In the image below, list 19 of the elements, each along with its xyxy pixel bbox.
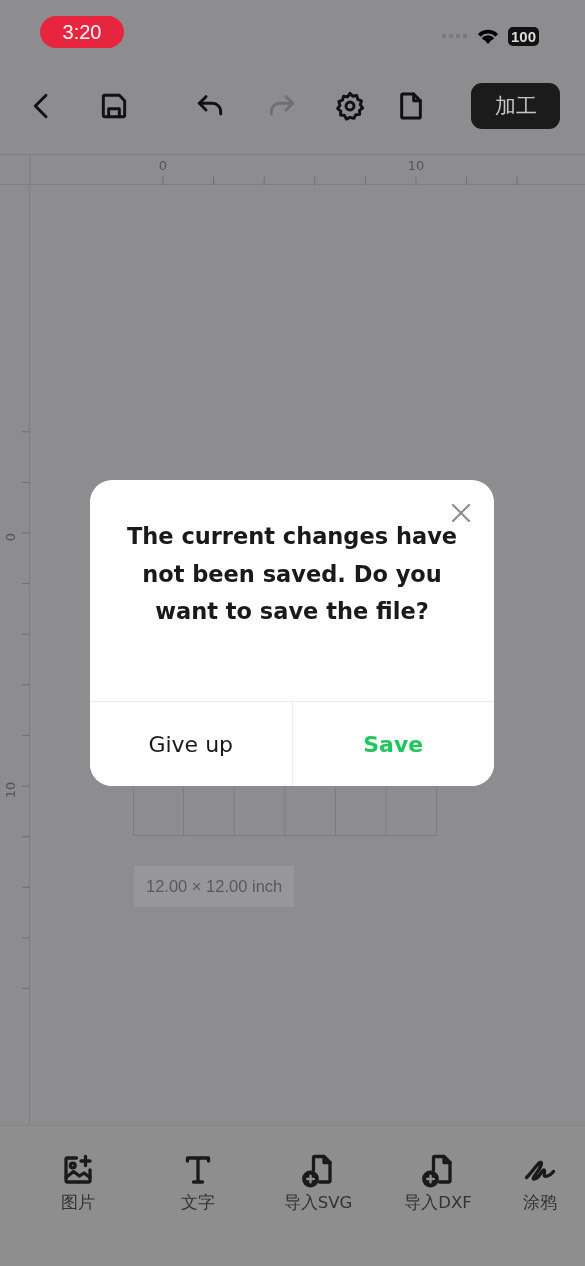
ruler-label: 0 bbox=[158, 158, 168, 173]
ruler-label: 10 bbox=[3, 781, 18, 799]
process-button[interactable]: 加工 bbox=[471, 83, 560, 129]
ruler-label: 10 bbox=[407, 158, 425, 173]
tool-button[interactable]: 导入DXF bbox=[378, 1152, 498, 1222]
battery-level: 100 bbox=[507, 26, 539, 46]
status-time: 3:20 bbox=[40, 16, 124, 48]
dialog-message: The current changes have not been saved. Do you want to save the file? bbox=[125, 522, 459, 626]
canvas-size-label: 12.00 × 12.00 inch bbox=[134, 866, 295, 907]
close-button[interactable] bbox=[450, 502, 472, 524]
tool-button[interactable]: 图片 bbox=[18, 1152, 138, 1222]
ruler-label: 0 bbox=[3, 532, 18, 542]
tool-button[interactable]: 文字 bbox=[138, 1152, 258, 1222]
close-icon bbox=[450, 502, 472, 524]
save-button[interactable]: Save bbox=[291, 702, 494, 786]
settings-icon bbox=[334, 90, 366, 122]
wifi-icon bbox=[475, 27, 500, 45]
tool-button[interactable]: 导入SVG bbox=[258, 1152, 378, 1222]
tool-button[interactable]: 涂鸦 bbox=[498, 1152, 582, 1222]
